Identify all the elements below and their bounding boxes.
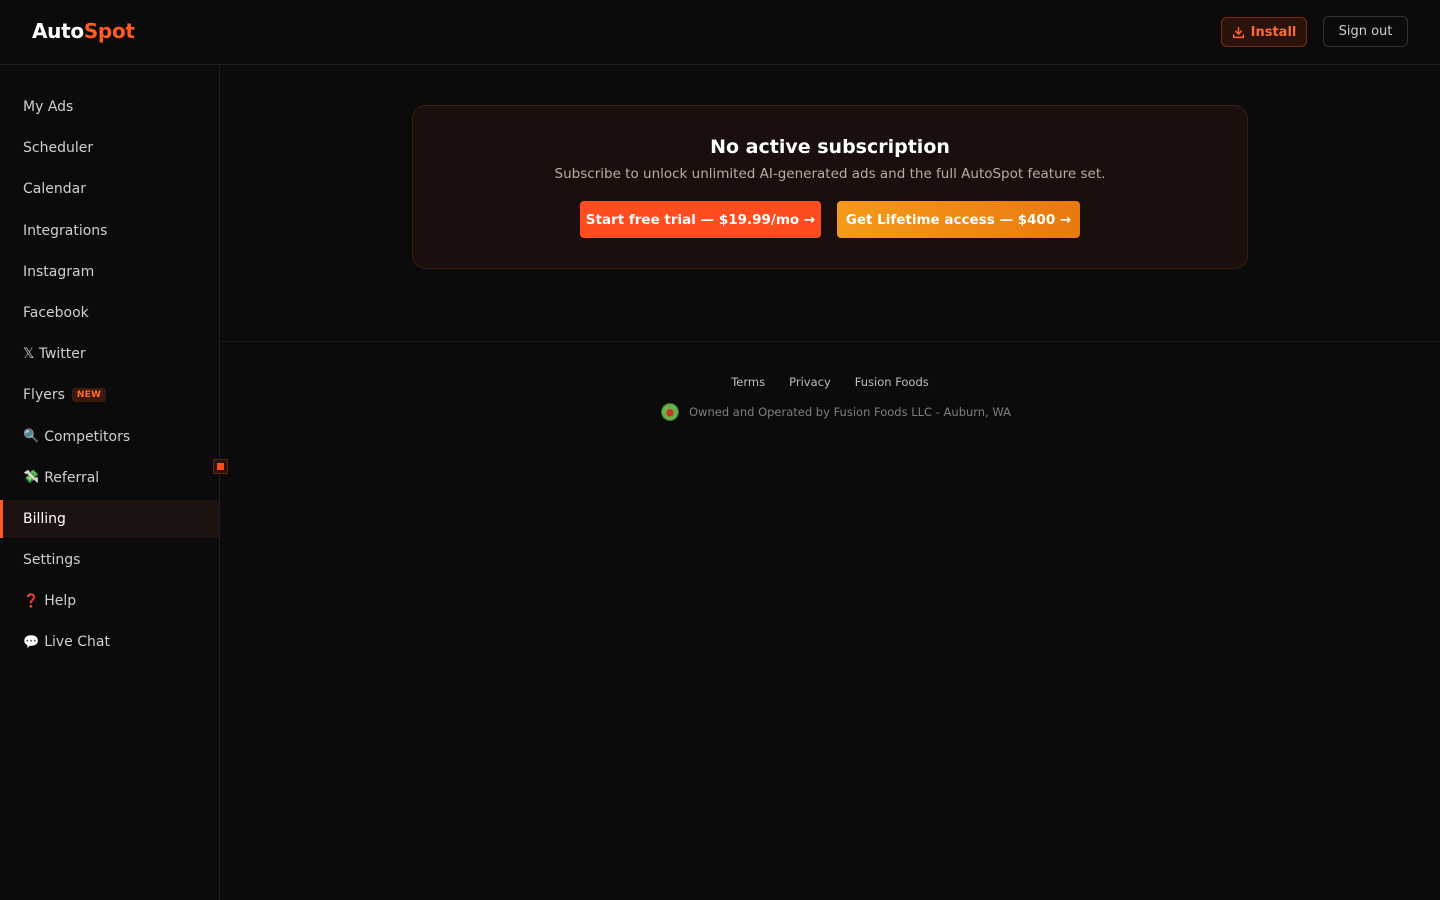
square-icon: [217, 463, 224, 470]
sidebar-item-label: Integrations: [23, 222, 108, 239]
sidebar-item-label: Flyers: [23, 387, 65, 404]
subscription-card: No active subscription Subscribe to unlo…: [412, 105, 1248, 269]
footer-link-fusion-foods[interactable]: Fusion Foods: [855, 375, 929, 389]
sidebar-item-label: Calendar: [23, 181, 86, 198]
sidebar-item-label: Referral: [44, 469, 100, 486]
footer-link-privacy[interactable]: Privacy: [789, 375, 831, 389]
sidebar-item-instagram[interactable]: Instagram: [0, 253, 219, 291]
sidebar-item-label: My Ads: [23, 99, 74, 115]
subscription-subtitle: Subscribe to unlock unlimited AI-generat…: [554, 166, 1106, 182]
logo-text-spot: Spot: [83, 19, 135, 43]
app-logo[interactable]: AutoSpot: [32, 19, 135, 43]
sign-out-button[interactable]: Sign out: [1323, 16, 1408, 47]
sidebar-item-settings[interactable]: Settings: [0, 541, 219, 579]
sidebar-item-twitter[interactable]: 𝕏 Twitter: [0, 335, 219, 373]
sidebar: My Ads Scheduler Calendar Integrations I…: [0, 65, 220, 900]
sidebar-item-label: Help: [44, 593, 77, 610]
download-icon: [1232, 26, 1244, 38]
sidebar-item-help[interactable]: ❓ Help: [0, 582, 219, 620]
sidebar-collapse-handle[interactable]: [213, 459, 228, 474]
sidebar-item-label: Facebook: [23, 304, 89, 321]
footer-owner: Owned and Operated by Fusion Foods LLC -…: [661, 403, 1011, 421]
sidebar-item-scheduler[interactable]: Scheduler: [0, 129, 219, 167]
sidebar-item-calendar[interactable]: Calendar: [0, 170, 219, 208]
owner-text: Owned and Operated by Fusion Foods LLC -…: [689, 405, 1012, 419]
sidebar-item-my-ads[interactable]: My Ads: [0, 88, 219, 126]
footer-divider: [220, 341, 1440, 342]
sidebar-item-facebook[interactable]: Facebook: [0, 294, 219, 332]
sidebar-item-label: Settings: [23, 552, 81, 569]
lifetime-access-button[interactable]: Get Lifetime access — $400 →: [837, 201, 1080, 238]
magnifier-icon: 🔍: [23, 429, 40, 444]
logo-text-auto: Auto: [32, 19, 84, 43]
footer-links: Terms Privacy Fusion Foods: [220, 375, 1440, 389]
sidebar-item-live-chat[interactable]: 💬 Live Chat: [0, 623, 219, 661]
sidebar-item-integrations[interactable]: Integrations: [0, 212, 219, 250]
sidebar-item-label: Live Chat: [44, 634, 110, 651]
sidebar-item-label: Scheduler: [23, 140, 94, 157]
sidebar-item-flyers[interactable]: Flyers NEW: [0, 376, 219, 414]
start-free-trial-button[interactable]: Start free trial — $19.99/mo →: [580, 201, 821, 238]
footer-link-terms[interactable]: Terms: [731, 375, 765, 389]
subscription-actions: Start free trial — $19.99/mo → Get Lifet…: [413, 201, 1247, 238]
sidebar-item-referral[interactable]: 💸 Referral: [0, 459, 219, 497]
money-icon: 💸: [23, 470, 40, 486]
company-logo-icon: [661, 403, 679, 421]
sidebar-item-competitors[interactable]: 🔍 Competitors: [0, 418, 219, 456]
chat-bubble-icon: 💬: [23, 634, 40, 650]
sidebar-item-label: 𝕏 Twitter: [23, 346, 86, 363]
subscription-title: No active subscription: [710, 136, 950, 158]
sidebar-item-label: Billing: [23, 510, 66, 527]
install-label: Install: [1250, 24, 1297, 40]
sidebar-item-billing[interactable]: Billing: [0, 499, 219, 538]
sidebar-item-label: Competitors: [44, 428, 131, 445]
new-badge: NEW: [71, 388, 107, 403]
install-button[interactable]: Install: [1221, 17, 1307, 47]
question-icon: ❓: [23, 593, 40, 609]
sidebar-item-label: Instagram: [23, 263, 95, 280]
top-bar: AutoSpot Install Sign out: [0, 0, 1440, 65]
